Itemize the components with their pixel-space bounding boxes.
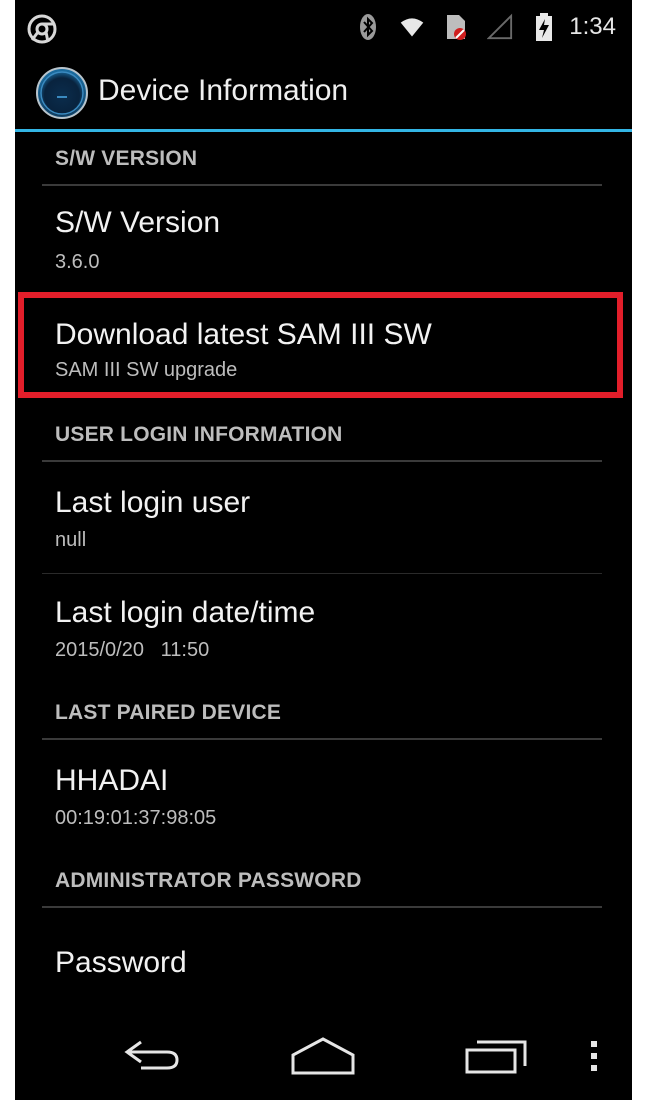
section-header-admin-password: ADMINISTRATOR PASSWORD xyxy=(42,854,602,908)
sim-icon xyxy=(443,12,469,42)
list-item-paired-device[interactable]: HHADAI 00:19:01:37:98:05 xyxy=(42,740,602,850)
section-header-label: USER LOGIN INFORMATION xyxy=(55,423,343,446)
back-icon xyxy=(124,1040,179,1070)
app-icon[interactable] xyxy=(35,66,89,120)
list-item-last-login-datetime[interactable]: Last login date/time 2015/0/20 11:50 xyxy=(42,574,602,684)
action-bar: Device Information xyxy=(15,54,632,130)
overflow-menu-button[interactable] xyxy=(559,1028,629,1084)
item-summary: 2015/0/20 11:50 xyxy=(55,639,210,661)
recent-apps-icon xyxy=(465,1040,527,1074)
page-title: Device Information xyxy=(98,74,349,107)
status-time: 1:34 xyxy=(569,13,616,40)
section-header-user-login: USER LOGIN INFORMATION xyxy=(42,408,602,462)
item-summary: 3.6.0 xyxy=(55,251,100,273)
highlight-box xyxy=(18,292,623,398)
home-icon xyxy=(291,1037,355,1075)
section-header-label: LAST PAIRED DEVICE xyxy=(55,701,282,724)
chrome-icon xyxy=(27,14,57,44)
item-title: Last login date/time xyxy=(55,596,316,629)
list-item-sw-version[interactable]: S/W Version 3.6.0 xyxy=(42,186,602,290)
wifi-icon xyxy=(399,12,425,42)
section-header-label: S/W VERSION xyxy=(55,147,198,170)
section-header-sw-version: S/W VERSION xyxy=(42,132,602,186)
battery-charging-icon xyxy=(531,12,557,42)
list-item-last-login-user[interactable]: Last login user null xyxy=(42,462,602,572)
navigation-bar xyxy=(15,1008,632,1100)
item-title: HHADAI xyxy=(55,764,169,797)
list-item-password[interactable]: Password xyxy=(42,908,602,1008)
item-summary: 00:19:01:37:98:05 xyxy=(55,807,217,829)
section-header-label: ADMINISTRATOR PASSWORD xyxy=(55,869,362,892)
section-header-last-paired-device: LAST PAIRED DEVICE xyxy=(42,686,602,740)
more-vert-icon xyxy=(591,1041,597,1071)
back-button[interactable] xyxy=(111,1028,191,1084)
recent-apps-button[interactable] xyxy=(455,1028,535,1084)
item-title: Password xyxy=(55,946,187,979)
item-title: S/W Version xyxy=(55,206,221,239)
device-screen: 1:34 Device Information S/W VERSION S/W … xyxy=(15,0,632,1100)
status-bar: 1:34 xyxy=(15,0,632,54)
item-title: Last login user xyxy=(55,486,251,519)
signal-icon xyxy=(487,12,513,42)
home-button[interactable] xyxy=(283,1028,363,1084)
item-summary: null xyxy=(55,529,87,551)
bluetooth-icon xyxy=(355,12,381,42)
